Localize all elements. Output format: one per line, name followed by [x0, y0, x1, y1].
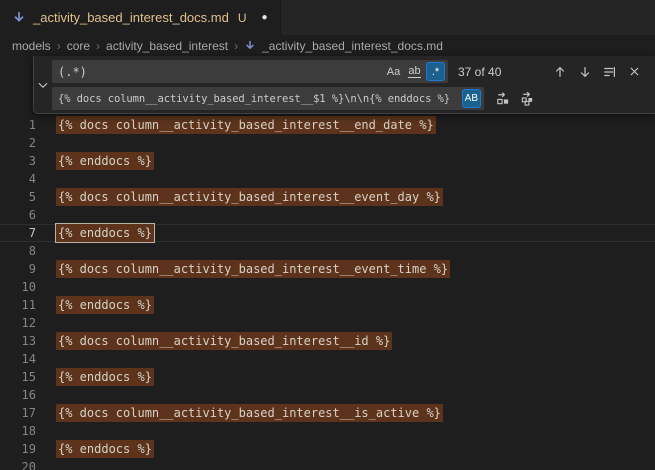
- breadcrumb-models[interactable]: models: [12, 39, 51, 53]
- tab-activity-docs[interactable]: _activity_based_interest_docs.md U ●: [0, 0, 281, 35]
- line-number: 20: [0, 458, 36, 470]
- whole-word-label: ab: [408, 66, 420, 78]
- line-number: 14: [0, 350, 36, 368]
- close-find-button[interactable]: [624, 61, 645, 82]
- find-match: {% docs column__activity_based_interest_…: [58, 334, 390, 348]
- whole-word-button[interactable]: ab: [405, 62, 424, 81]
- code-line-9[interactable]: 9 {% docs column__activity_based_interest…: [0, 260, 655, 278]
- unsaved-dot-icon[interactable]: ●: [262, 12, 268, 23]
- line-number: 10: [0, 278, 36, 296]
- code-line-20[interactable]: 20: [0, 458, 655, 470]
- match-case-button[interactable]: Aa: [384, 62, 403, 81]
- line-content: {% enddocs %}: [58, 368, 152, 386]
- breadcrumb-file[interactable]: _activity_based_interest_docs.md: [262, 39, 443, 53]
- editor-lines: 1 {% docs column__activity_based_interest…: [0, 116, 655, 470]
- tab-filename: _activity_based_interest_docs.md: [33, 10, 229, 25]
- previous-match-button[interactable]: [549, 61, 570, 82]
- line-number: 18: [0, 422, 36, 440]
- code-line-1[interactable]: 1 {% docs column__activity_based_interest…: [0, 116, 655, 134]
- code-line-14[interactable]: 14: [0, 350, 655, 368]
- find-in-selection-button[interactable]: [599, 61, 620, 82]
- line-content: {% enddocs %}: [58, 152, 152, 170]
- find-widget: (.*) Aa ab .* 37 of 40: [33, 56, 655, 114]
- line-content: {% docs column__activity_based_interest_…: [58, 116, 434, 134]
- toggle-replace-button[interactable]: [34, 56, 52, 113]
- code-line-8[interactable]: 8: [0, 242, 655, 260]
- code-line-17[interactable]: 17 {% docs column__activity_based_interes…: [0, 404, 655, 422]
- line-number: 13: [0, 332, 36, 350]
- next-match-button[interactable]: [574, 61, 595, 82]
- replace-button[interactable]: [492, 88, 513, 109]
- breadcrumb-separator: ›: [96, 39, 100, 53]
- find-input[interactable]: (.*) Aa ab .*: [52, 60, 448, 83]
- code-line-11[interactable]: 11 {% enddocs %}: [0, 296, 655, 314]
- line-content: {% docs column__activity_based_interest_…: [58, 260, 448, 278]
- find-match: {% docs column__activity_based_interest_…: [58, 406, 441, 420]
- line-number: 4: [0, 170, 36, 188]
- markdown-icon: [12, 11, 26, 25]
- find-actions: [545, 61, 645, 82]
- line-number: 5: [0, 188, 36, 206]
- code-line-2[interactable]: 2: [0, 134, 655, 152]
- replace-input[interactable]: {% docs column__activity_based_interest_…: [52, 87, 484, 110]
- line-number: 1: [0, 116, 36, 134]
- code-line-5[interactable]: 5 {% docs column__activity_based_interest…: [0, 188, 655, 206]
- find-match: {% docs column__activity_based_interest_…: [58, 262, 448, 276]
- code-line-13[interactable]: 13 {% docs column__activity_based_interes…: [0, 332, 655, 350]
- code-line-7[interactable]: 7 {% enddocs %}: [0, 224, 655, 242]
- find-query-text: (.*): [58, 65, 382, 79]
- line-number: 2: [0, 134, 36, 152]
- find-match: {% enddocs %}: [58, 370, 152, 384]
- line-content: {% enddocs %}: [58, 440, 152, 458]
- code-line-3[interactable]: 3 {% enddocs %}: [0, 152, 655, 170]
- git-status-badge: U: [238, 11, 247, 25]
- code-line-19[interactable]: 19 {% enddocs %}: [0, 440, 655, 458]
- line-number: 12: [0, 314, 36, 332]
- line-content: {% docs column__activity_based_interest_…: [58, 332, 390, 350]
- find-match: {% enddocs %}: [58, 442, 152, 456]
- code-line-16[interactable]: 16: [0, 386, 655, 404]
- code-line-10[interactable]: 10: [0, 278, 655, 296]
- breadcrumb-separator: ›: [234, 39, 238, 53]
- breadcrumb: models › core › activity_based_interest …: [0, 35, 655, 57]
- editor[interactable]: 1 {% docs column__activity_based_interest…: [0, 57, 655, 470]
- find-match: {% enddocs %}: [58, 154, 152, 168]
- code-line-12[interactable]: 12: [0, 314, 655, 332]
- line-number: 3: [0, 152, 36, 170]
- markdown-icon: [244, 40, 256, 52]
- line-content: {% enddocs %}: [58, 224, 152, 242]
- line-number: 7: [0, 224, 36, 242]
- regex-button[interactable]: .*: [426, 62, 445, 81]
- preserve-case-button[interactable]: AB: [462, 89, 481, 108]
- find-match: {% enddocs %}: [58, 298, 152, 312]
- line-number: 11: [0, 296, 36, 314]
- breadcrumb-separator: ›: [57, 39, 61, 53]
- line-number: 19: [0, 440, 36, 458]
- line-number: 8: [0, 242, 36, 260]
- replace-value-text: {% docs column__activity_based_interest_…: [58, 93, 460, 105]
- replace-all-button[interactable]: [517, 88, 538, 109]
- line-content: {% docs column__activity_based_interest_…: [58, 188, 441, 206]
- match-count: 37 of 40: [458, 65, 501, 79]
- line-number: 9: [0, 260, 36, 278]
- find-match: {% docs column__activity_based_interest_…: [58, 190, 441, 204]
- line-number: 6: [0, 206, 36, 224]
- code-line-4[interactable]: 4: [0, 170, 655, 188]
- breadcrumb-core[interactable]: core: [67, 39, 90, 53]
- code-line-15[interactable]: 15 {% enddocs %}: [0, 368, 655, 386]
- tab-bar: _activity_based_interest_docs.md U ●: [0, 0, 655, 35]
- line-content: {% enddocs %}: [58, 296, 152, 314]
- line-number: 15: [0, 368, 36, 386]
- find-match: {% docs column__activity_based_interest_…: [58, 118, 434, 132]
- current-find-match: {% enddocs %}: [58, 226, 152, 240]
- code-line-6[interactable]: 6: [0, 206, 655, 224]
- breadcrumb-activity-based-interest[interactable]: activity_based_interest: [106, 39, 228, 53]
- line-content: {% docs column__activity_based_interest_…: [58, 404, 441, 422]
- code-line-18[interactable]: 18: [0, 422, 655, 440]
- line-number: 17: [0, 404, 36, 422]
- line-number: 16: [0, 386, 36, 404]
